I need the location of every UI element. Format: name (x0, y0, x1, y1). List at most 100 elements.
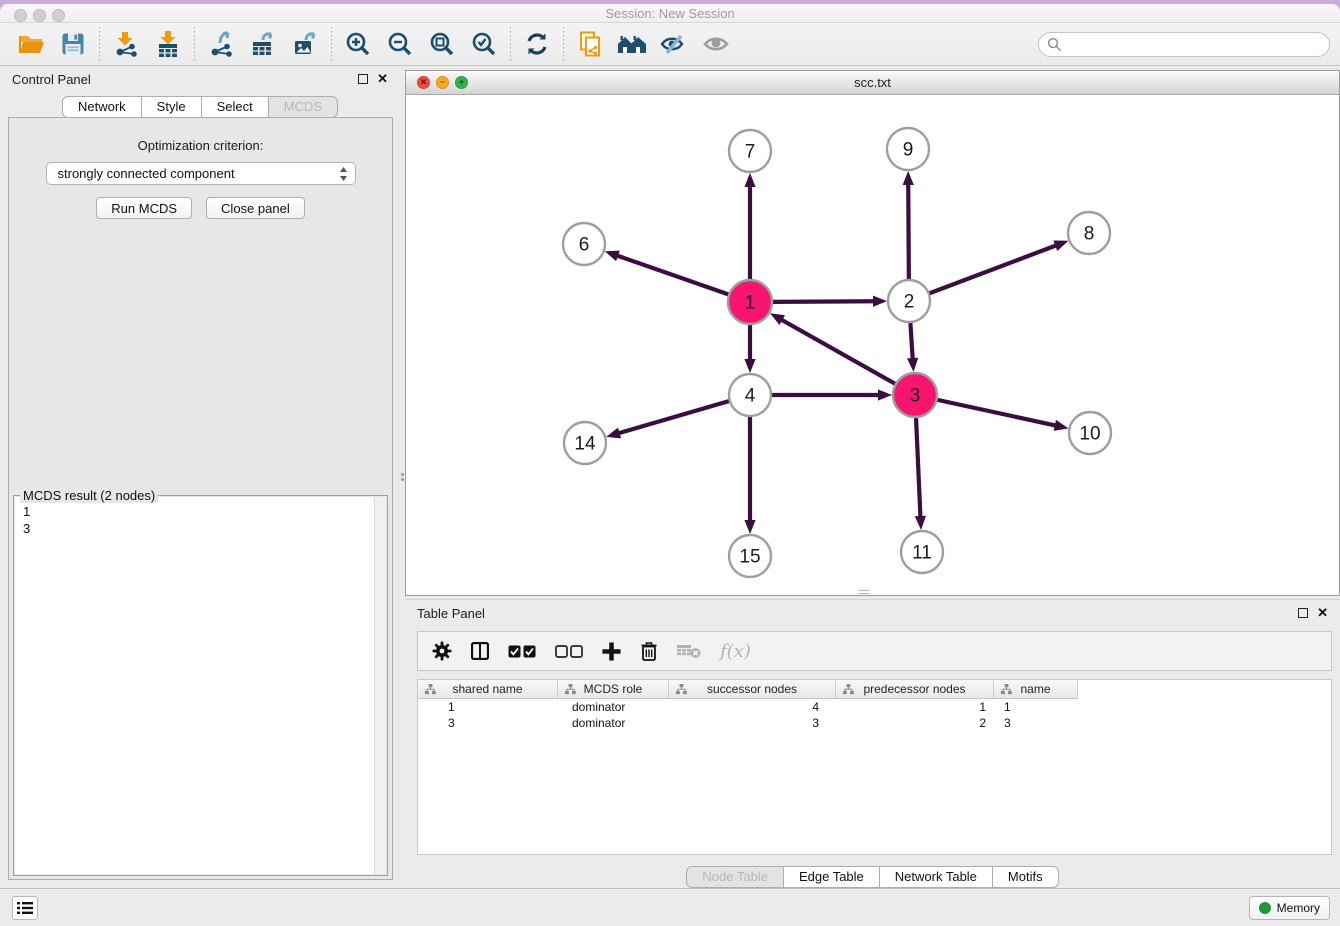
table-cell[interactable]: 4 (669, 699, 836, 715)
float-table-panel-icon[interactable] (1298, 608, 1308, 618)
close-panel-button[interactable]: Close panel (206, 197, 305, 219)
close-network-icon[interactable]: ✕ (417, 76, 430, 89)
network-window-title: scc.txt (406, 71, 1339, 94)
home-button[interactable] (611, 26, 653, 62)
node-label-11: 11 (912, 543, 932, 564)
arrowhead-1-7 (744, 173, 755, 187)
import-table-button[interactable] (147, 26, 189, 62)
clone-network-button[interactable] (569, 26, 611, 62)
table-cell[interactable]: 2 (836, 715, 994, 731)
open-session-button[interactable] (10, 26, 52, 62)
zoom-window-icon[interactable] (52, 9, 65, 22)
table-cell[interactable]: 3 (669, 715, 836, 731)
edge-1-6[interactable] (616, 255, 728, 294)
tab-node-table[interactable]: Node Table (686, 866, 784, 888)
table-cell[interactable]: 1 (994, 699, 1078, 715)
table-settings-button[interactable] (432, 641, 452, 661)
table-body: 1dominator4113dominator323 (418, 699, 1331, 731)
export-image-icon (292, 31, 318, 57)
hide-selected-button[interactable] (653, 26, 695, 62)
close-panel-icon[interactable]: ✕ (377, 74, 388, 84)
tab-motifs[interactable]: Motifs (993, 866, 1059, 888)
zoom-fit-button[interactable] (421, 26, 463, 62)
export-table-button[interactable] (242, 26, 284, 62)
main-toolbar (0, 23, 1340, 66)
export-image-button[interactable] (284, 26, 326, 62)
save-session-button[interactable] (52, 26, 94, 62)
table-cell[interactable]: 1 (836, 699, 994, 715)
search-input[interactable] (1038, 32, 1330, 57)
edge-3-10[interactable] (937, 400, 1056, 426)
optimization-criterion-select[interactable]: strongly connected component (46, 162, 356, 185)
titlebar: Session: New Session (0, 4, 1340, 23)
close-table-panel-icon[interactable]: ✕ (1317, 608, 1328, 618)
column-header-MCDS-role[interactable]: MCDS role (558, 680, 669, 699)
edge-3-11[interactable] (916, 418, 920, 518)
arrowhead-3-1 (770, 313, 785, 325)
column-type-icon (843, 684, 854, 695)
import-network-button[interactable] (105, 26, 147, 62)
delete-table-button[interactable] (677, 643, 701, 659)
zoom-network-icon[interactable]: + (455, 76, 468, 89)
edge-4-14[interactable] (618, 401, 729, 433)
toolbar-separator (194, 27, 195, 61)
result-scrollbar[interactable] (374, 497, 386, 874)
mcds-result-area[interactable]: 1 3 (15, 497, 386, 874)
refresh-button[interactable] (516, 26, 558, 62)
add-column-button[interactable] (602, 642, 621, 661)
table-cell[interactable]: 1 (418, 699, 558, 715)
float-panel-icon[interactable] (358, 74, 368, 84)
mcds-panel: Optimization criterion: strongly connect… (8, 117, 393, 880)
import-table-icon (155, 31, 181, 57)
minimize-network-icon[interactable]: − (436, 76, 449, 89)
column-header-predecessor-nodes[interactable]: predecessor nodes (836, 680, 994, 699)
edge-1-2[interactable] (773, 301, 875, 302)
table-cell[interactable]: dominator (558, 715, 669, 731)
run-mcds-button[interactable]: Run MCDS (96, 197, 192, 219)
tab-network-table[interactable]: Network Table (880, 866, 993, 888)
table-cell[interactable]: 3 (418, 715, 558, 731)
edge-2-8[interactable] (930, 245, 1058, 293)
checked-boxes-icon (508, 645, 536, 658)
tab-mcds[interactable]: MCDS (269, 96, 338, 118)
table-row[interactable]: 1dominator411 (418, 699, 1331, 715)
zoom-out-button[interactable] (379, 26, 421, 62)
tab-edge-table[interactable]: Edge Table (784, 866, 880, 888)
network-canvas[interactable]: 7968124314101511 (406, 95, 1339, 595)
network-graph[interactable]: 7968124314101511 (406, 95, 1339, 595)
table-row[interactable]: 3dominator323 (418, 715, 1331, 731)
select-all-columns-button[interactable] (508, 645, 536, 658)
show-all-button[interactable] (695, 26, 737, 62)
column-header-name[interactable]: name (994, 680, 1078, 699)
arrowhead-4-14 (606, 428, 621, 439)
zoom-in-button[interactable] (337, 26, 379, 62)
node-label-15: 15 (739, 547, 760, 568)
tab-select[interactable]: Select (202, 96, 269, 118)
function-builder-button[interactable]: f(x) (720, 641, 751, 662)
canvas-resize-grip[interactable] (858, 590, 870, 594)
minimize-window-icon[interactable] (33, 9, 46, 22)
show-panels-button[interactable] (12, 896, 38, 920)
network-window-titlebar[interactable]: ✕ − + scc.txt (406, 71, 1339, 95)
split-view-button[interactable] (471, 642, 489, 660)
table-header-row: shared nameMCDS rolesuccessor nodesprede… (418, 680, 1331, 699)
export-network-button[interactable] (200, 26, 242, 62)
edge-3-1[interactable] (780, 319, 894, 384)
column-header-successor-nodes[interactable]: successor nodes (669, 680, 836, 699)
deselect-all-columns-button[interactable] (555, 645, 583, 658)
plus-icon (602, 642, 621, 661)
table-cell[interactable]: dominator (558, 699, 669, 715)
table-cell[interactable]: 3 (994, 715, 1078, 731)
close-window-icon[interactable] (14, 9, 27, 22)
column-header-shared-name[interactable]: shared name (418, 680, 558, 699)
node-label-1: 1 (745, 293, 756, 314)
arrowhead-4-15 (744, 520, 755, 534)
window-title: Session: New Session (0, 4, 1340, 23)
edge-2-9[interactable] (908, 183, 909, 279)
zoom-selected-button[interactable] (463, 26, 505, 62)
tab-style[interactable]: Style (142, 96, 202, 118)
tab-network[interactable]: Network (62, 96, 142, 118)
memory-button[interactable]: Memory (1249, 896, 1330, 920)
delete-column-button[interactable] (640, 641, 658, 661)
edge-2-3[interactable] (910, 323, 912, 360)
